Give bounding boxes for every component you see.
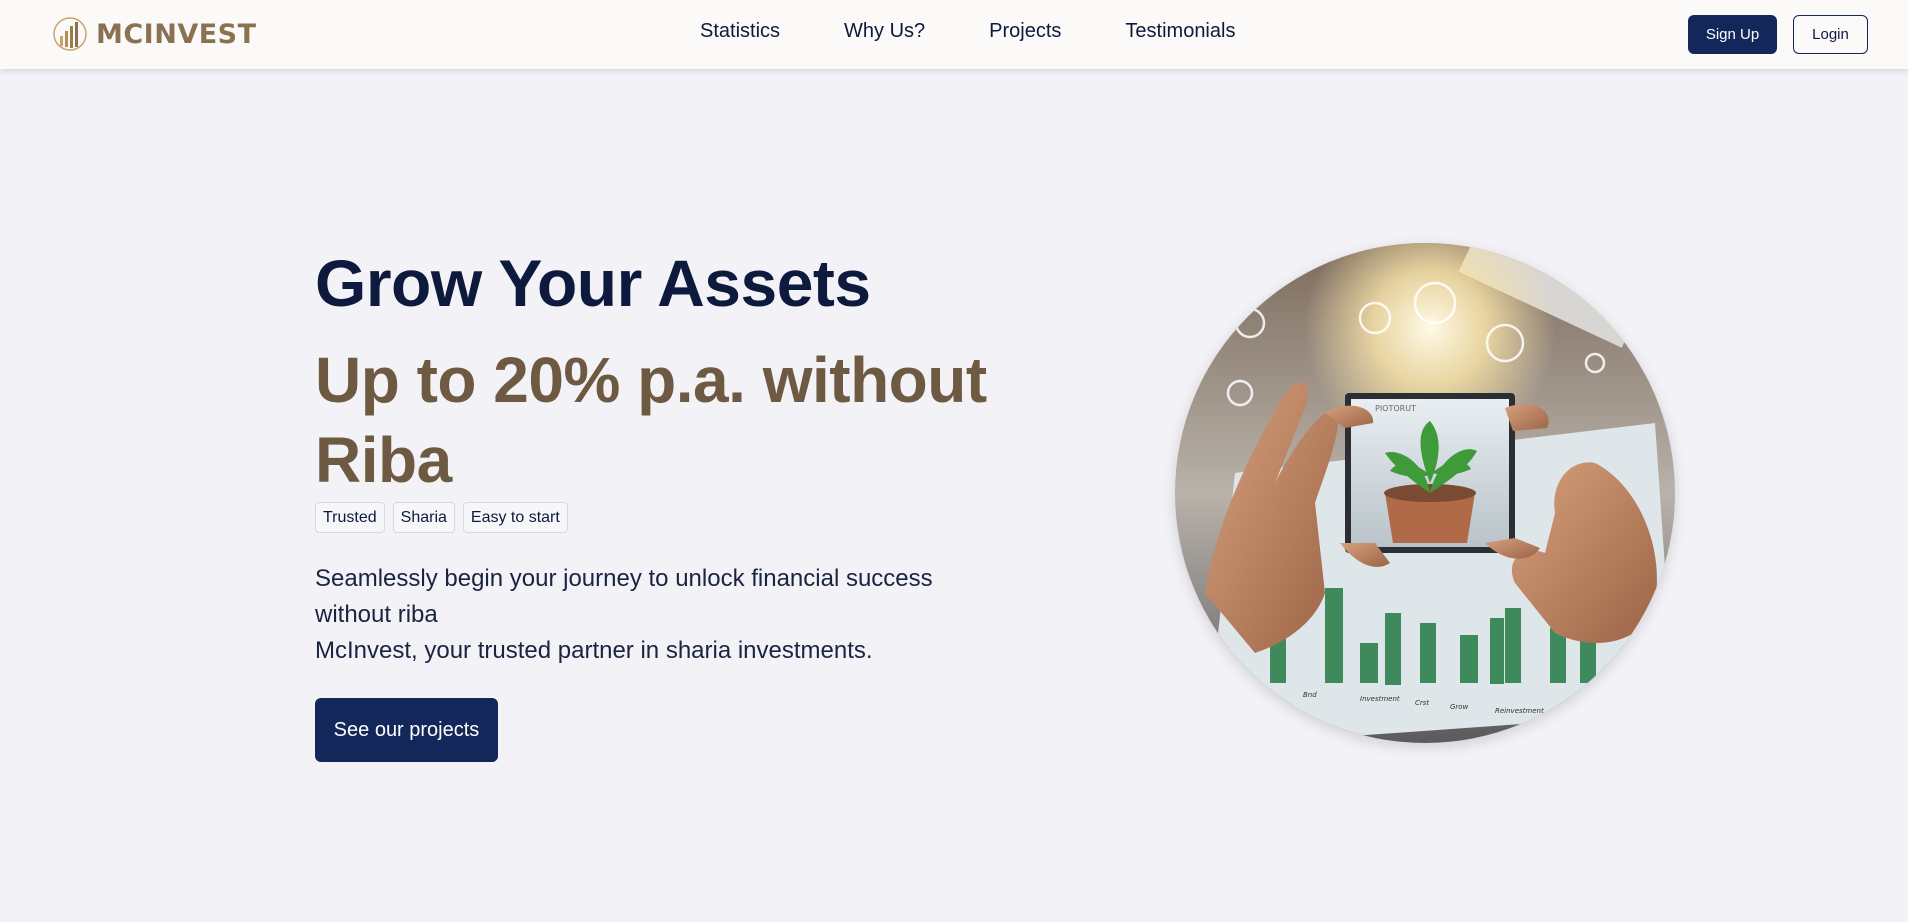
hero-title: Grow Your Assets (315, 246, 871, 320)
nav-link-why-us[interactable]: Why Us? (844, 20, 925, 43)
tag-trusted: Trusted (315, 502, 385, 533)
hero-description-line-1: Seamlessly begin your journey to unlock … (315, 565, 933, 628)
top-navbar: MCINVEST Statistics Why Us? Projects Tes… (0, 0, 1908, 69)
hero-description: Seamlessly begin your journey to unlock … (315, 561, 955, 669)
login-button[interactable]: Login (1793, 15, 1868, 54)
hero-subtitle: Up to 20% p.a. without Riba (315, 344, 987, 496)
chart-label-bnd: Bnd (1303, 691, 1317, 699)
chart-label-crst: Crst (1415, 699, 1429, 707)
nav-link-statistics[interactable]: Statistics (700, 20, 780, 43)
hero-description-line-2: McInvest, your trusted partner in sharia… (315, 637, 873, 664)
brand-name: MCINVEST (96, 18, 257, 50)
tag-easy-to-start: Easy to start (462, 502, 568, 533)
hero-image: Pot Bnd Investment Crst Grow Reinvestmen… (1175, 243, 1675, 743)
see-projects-button[interactable]: See our projects (315, 698, 498, 762)
bar-chart-circle-icon (53, 17, 87, 51)
signup-button[interactable]: Sign Up (1688, 15, 1777, 54)
chart-label-investment: Investment (1360, 695, 1400, 703)
chart-label-reinvestment: Reinvestment (1495, 707, 1544, 715)
feature-tags: Trusted Sharia Easy to start (315, 502, 568, 533)
nav-link-testimonials[interactable]: Testimonials (1125, 20, 1235, 43)
brand-logo[interactable]: MCINVEST (52, 14, 257, 54)
hands-holding-plant-frame-illustration: Pot Bnd Investment Crst Grow Reinvestmen… (1175, 243, 1675, 743)
main-nav: Statistics Why Us? Projects Testimonials (700, 20, 1235, 43)
chart-label-lok: Lok (1565, 713, 1578, 721)
chart-label-grow: Grow (1450, 703, 1469, 711)
chart-label-pot: Pot (1267, 695, 1279, 703)
tag-sharia: Sharia (392, 502, 455, 533)
nav-link-projects[interactable]: Projects (989, 20, 1061, 43)
frame-caption: PIOTORUT (1375, 404, 1416, 413)
